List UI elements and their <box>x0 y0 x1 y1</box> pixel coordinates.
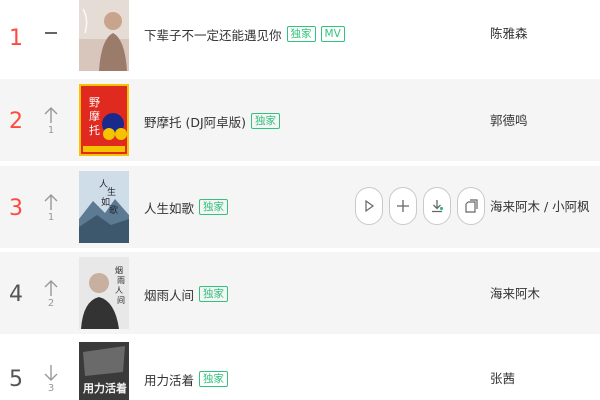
exclusive-tag: 独家 <box>199 371 229 387</box>
svg-text:雨: 雨 <box>117 276 125 285</box>
song-row[interactable]: 5 3 用 力 活 着 用力活着 独家 张茜 <box>0 337 600 400</box>
song-chart-list: 1 下辈子不一定还能遇见你 独家 MV 陈雅森 2 1 野 摩 托 野摩托 (D… <box>0 0 600 400</box>
play-icon <box>365 199 375 213</box>
svg-text:歌: 歌 <box>109 204 118 216</box>
svg-text:着: 着 <box>115 381 127 395</box>
exclusive-tag: 独家 <box>199 199 229 215</box>
svg-text:生: 生 <box>107 186 116 198</box>
artist-name[interactable]: 海来阿木 <box>490 284 540 304</box>
song-title[interactable]: 人生如歌 <box>144 198 194 217</box>
trend-up-indicator: 1 <box>40 105 62 137</box>
song-row[interactable]: 4 2 烟 雨 人 间 烟雨人间 独家 海来阿木 <box>0 252 600 334</box>
rank-number: 2 <box>9 109 23 134</box>
song-title[interactable]: 用力活着 <box>144 370 194 389</box>
artist-name[interactable]: 张茜 <box>490 369 515 389</box>
rank-change: 3 <box>47 383 55 394</box>
arrow-up-icon <box>44 107 58 123</box>
add-icon <box>397 200 409 212</box>
svg-text:托: 托 <box>89 123 100 137</box>
arrow-down-icon <box>44 365 58 381</box>
play-button[interactable] <box>355 187 383 225</box>
row-actions <box>355 187 485 225</box>
arrow-up-icon <box>44 280 58 296</box>
rank-change: 2 <box>47 298 55 309</box>
album-cover[interactable]: 烟 雨 人 间 <box>79 257 129 329</box>
song-row[interactable]: 1 下辈子不一定还能遇见你 独家 MV 陈雅森 <box>0 0 600 76</box>
trend-up-indicator: 1 <box>40 192 62 224</box>
rank-number: 4 <box>9 282 23 307</box>
trend-up-indicator: 2 <box>40 278 62 310</box>
svg-text:烟: 烟 <box>115 266 123 275</box>
artist-name[interactable]: 陈雅森 <box>490 24 528 44</box>
arrow-up-icon <box>44 194 58 210</box>
rank-number: 1 <box>9 26 23 51</box>
svg-text:活: 活 <box>105 381 116 395</box>
song-row[interactable]: 3 1 人 生 如 歌 人生如歌 独家 海来阿木 / 小阿枫 <box>0 166 600 248</box>
share-icon <box>465 199 478 213</box>
download-button[interactable] <box>423 187 451 225</box>
album-cover[interactable]: 用 力 活 着 <box>79 342 129 400</box>
rank-change: 1 <box>47 212 55 223</box>
album-cover[interactable] <box>79 0 129 71</box>
rank-number: 3 <box>9 196 23 221</box>
artist-name[interactable]: 海来阿木 / 小阿枫 <box>490 197 590 217</box>
svg-text:用: 用 <box>83 382 94 395</box>
song-row[interactable]: 2 1 野 摩 托 野摩托 (DJ阿卓版) 独家 郭德鸣 <box>0 79 600 161</box>
song-title[interactable]: 野摩托 (DJ阿卓版) <box>144 112 246 131</box>
svg-text:人: 人 <box>115 286 123 295</box>
download-icon <box>432 200 444 213</box>
share-button[interactable] <box>457 187 485 225</box>
trend-flat-icon <box>40 32 62 34</box>
svg-text:间: 间 <box>117 296 125 305</box>
artist-name[interactable]: 郭德鸣 <box>490 111 528 131</box>
album-cover[interactable]: 野 摩 托 <box>79 84 129 156</box>
svg-text:力: 力 <box>94 381 105 395</box>
trend-down-indicator: 3 <box>40 363 62 395</box>
svg-text:摩: 摩 <box>89 109 100 123</box>
album-cover[interactable]: 人 生 如 歌 <box>79 171 129 243</box>
exclusive-tag: 独家 <box>286 26 316 42</box>
mv-tag[interactable]: MV <box>320 26 345 42</box>
exclusive-tag: 独家 <box>199 286 229 302</box>
rank-number: 5 <box>9 367 23 392</box>
exclusive-tag: 独家 <box>251 113 281 129</box>
add-to-playlist-button[interactable] <box>389 187 417 225</box>
rank-change: 1 <box>47 125 55 136</box>
svg-text:野: 野 <box>89 96 100 109</box>
song-title[interactable]: 烟雨人间 <box>144 285 194 304</box>
song-title[interactable]: 下辈子不一定还能遇见你 <box>144 25 282 44</box>
